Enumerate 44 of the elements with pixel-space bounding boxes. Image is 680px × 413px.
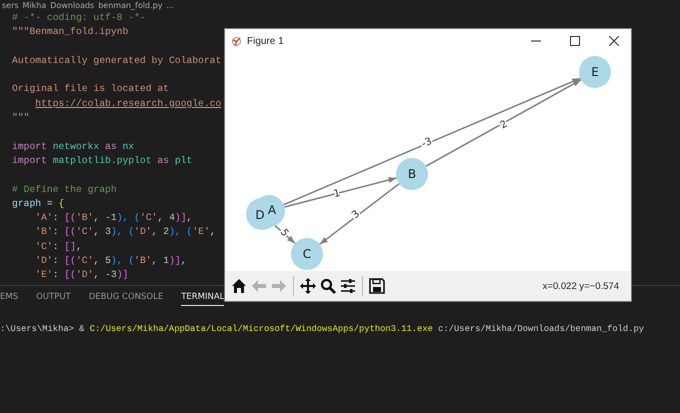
breadcrumb-item[interactable]: Mikha bbox=[22, 0, 46, 11]
breadcrumb-item[interactable]: benman_fold.py bbox=[98, 0, 162, 11]
code-line: """ bbox=[12, 111, 30, 126]
code-line: graph = { bbox=[12, 196, 64, 211]
maximize-icon[interactable] bbox=[570, 36, 580, 46]
panel-tab[interactable]: OUTPUT bbox=[36, 288, 71, 306]
code-line: 'E': [('D', -3)] bbox=[34, 268, 128, 282]
edge-label: 5 bbox=[278, 227, 290, 239]
code-line: import matplotlib.pyplot as plt bbox=[12, 154, 192, 168]
breadcrumb-item[interactable]: Downloads bbox=[50, 0, 94, 11]
node-label: B bbox=[408, 167, 416, 181]
panel-tab[interactable]: DEBUG CONSOLE bbox=[88, 288, 164, 306]
code-line: Original file is located at bbox=[12, 82, 169, 96]
code-line: 'B': [('C', 3), ('D', 2), ('E', bbox=[34, 225, 217, 240]
code-line: """Benman_fold.ipynb bbox=[12, 25, 128, 40]
code-line: # -*- coding: utf-8 -*- bbox=[12, 11, 146, 25]
breadcrumb-item[interactable]: sers bbox=[2, 0, 19, 11]
close-icon[interactable] bbox=[609, 36, 619, 46]
window-title: Figure 1 bbox=[247, 36, 285, 46]
node-label: E bbox=[591, 65, 599, 79]
terminal-line: :\Users\Mikha> & C:/Users/Mikha/AppData/Local/Microsoft/WindowsApps/python3.11.exe c:/Users/Mikha/Downloads/benman_fold.py bbox=[0, 323, 644, 334]
breadcrumb-item[interactable]: ... bbox=[166, 0, 174, 11]
edge-label: 1 bbox=[332, 188, 342, 200]
node-label: C bbox=[302, 247, 312, 261]
edge-label: -3 bbox=[420, 136, 434, 150]
edge-label: 2 bbox=[498, 118, 510, 132]
cursor-coordinates: x=0.022 y=−0.574 bbox=[542, 280, 619, 292]
code-line: Automatically generated by Colaborat bbox=[12, 54, 222, 68]
plot-logo-icon bbox=[231, 36, 242, 46]
code-line: # Define the graph bbox=[12, 182, 117, 197]
floppy-disk-icon[interactable] bbox=[367, 275, 387, 297]
graph-node bbox=[291, 238, 323, 270]
code-line: 'A': [('B', -1), ('C', 4)], bbox=[34, 211, 192, 226]
code-line: 'C': [], bbox=[34, 240, 82, 254]
code-line: https://colab.research.google.co bbox=[34, 96, 222, 111]
graph-node bbox=[396, 158, 428, 190]
code-line: import networkx as nx bbox=[12, 140, 134, 154]
panel-tab[interactable]: EMS bbox=[0, 288, 18, 306]
move-icon[interactable] bbox=[298, 275, 318, 297]
code-line: 'D': [('C', 5), ('B', 1)], bbox=[34, 254, 187, 268]
graph-node bbox=[579, 56, 611, 88]
edge-label: 3 bbox=[350, 208, 362, 222]
node-label: D bbox=[255, 208, 265, 222]
node-label: A bbox=[268, 203, 276, 217]
